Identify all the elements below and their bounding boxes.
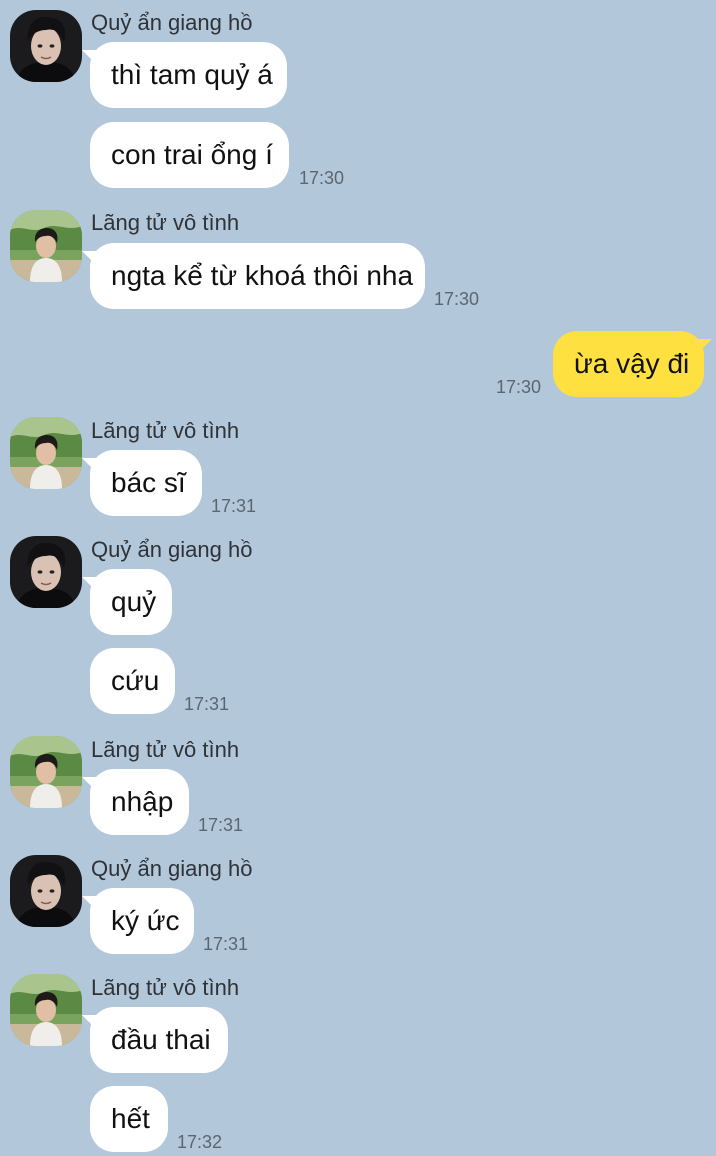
sender-name: Lãng tử vô tình [91,975,240,1000]
message-timestamp: 17:30 [496,377,542,397]
sender-name: Quỷ ẩn giang hồ [91,537,253,562]
sender-name: Quỷ ẩn giang hồ [91,10,253,35]
message-timestamp: 17:31 [211,496,257,516]
message-bubble[interactable]: thì tam quỷ á [90,42,287,108]
boy-outdoors-avatar-icon [10,417,82,489]
sender-name: Quỷ ẩn giang hồ [91,856,253,881]
message-timestamp: 17:31 [203,934,249,954]
message-bubble[interactable]: ngta kể từ khoá thôi nha [90,243,425,309]
outgoing-message-bubble[interactable]: ừa vậy đi [553,331,704,397]
avatar[interactable] [10,210,82,282]
boy-outdoors-avatar-icon [10,974,82,1046]
dark-haired-man-avatar-icon [10,536,82,608]
avatar[interactable] [10,855,82,927]
message-bubble[interactable]: quỷ [90,569,172,635]
avatar[interactable] [10,974,82,1046]
message-timestamp: 17:30 [434,289,480,309]
sender-name: Lãng tử vô tình [91,210,240,235]
avatar[interactable] [10,736,82,808]
boy-outdoors-avatar-icon [10,210,82,282]
sender-name: Lãng tử vô tình [91,418,240,443]
message-bubble[interactable]: hết [90,1086,168,1152]
message-bubble[interactable]: nhập [90,769,189,835]
avatar[interactable] [10,536,82,608]
avatar[interactable] [10,10,82,82]
message-bubble[interactable]: đầu thai [90,1007,228,1073]
dark-haired-man-avatar-icon [10,10,82,82]
message-bubble[interactable]: con trai ổng í [90,122,289,188]
avatar[interactable] [10,417,82,489]
boy-outdoors-avatar-icon [10,736,82,808]
message-timestamp: 17:31 [184,694,230,714]
message-timestamp: 17:32 [177,1132,223,1152]
dark-haired-man-avatar-icon [10,855,82,927]
message-timestamp: 17:31 [198,815,244,835]
sender-name: Lãng tử vô tình [91,737,240,762]
message-timestamp: 17:30 [299,168,345,188]
message-bubble[interactable]: ký ức [90,888,194,954]
message-bubble[interactable]: bác sĩ [90,450,202,516]
message-bubble[interactable]: cứu [90,648,175,714]
